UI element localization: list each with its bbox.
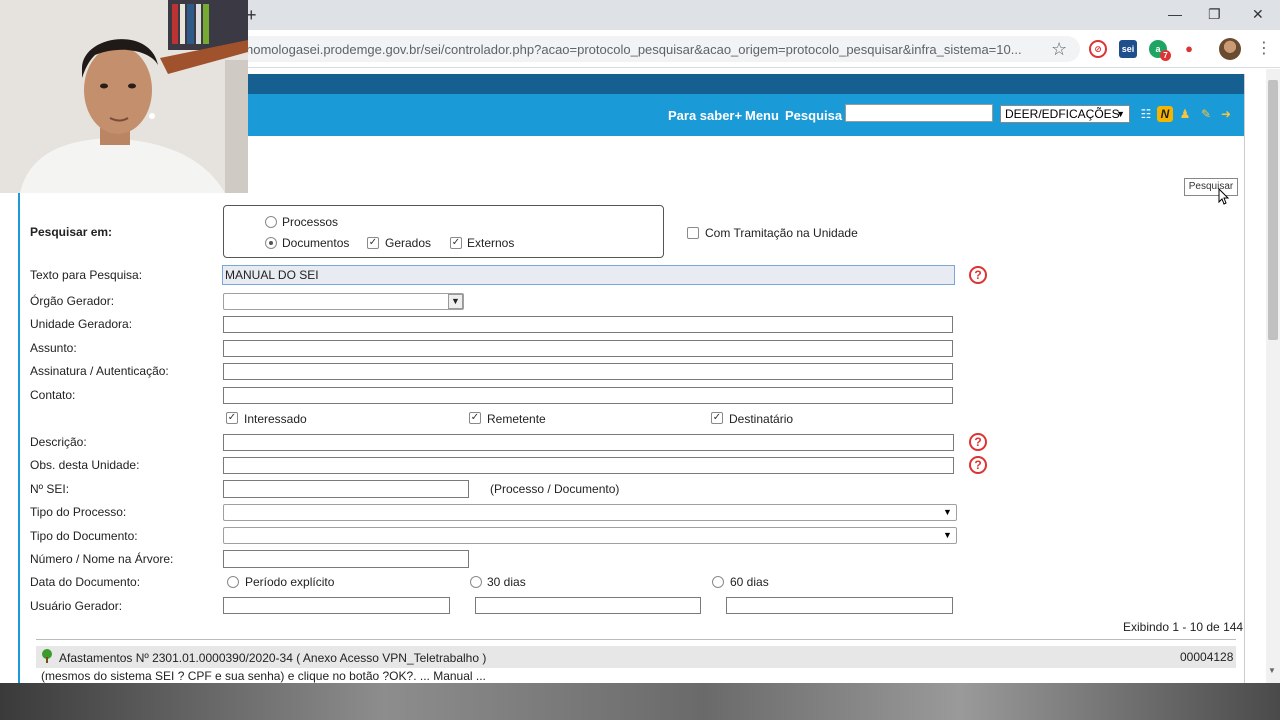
user-icon[interactable]: ♟ [1177,106,1193,122]
radio-60-dias[interactable] [712,576,724,588]
label-externos: Externos [467,236,515,250]
mouse-cursor-icon [1218,188,1230,205]
blurred-taskbar [0,683,1280,720]
pesquisar-em-label: Pesquisar em: [30,225,113,239]
result-document-id[interactable]: 00004128 [1180,650,1233,664]
texto-label: Texto para Pesquisa: [30,268,143,282]
unidade-input[interactable] [223,316,953,333]
numero-nome-input[interactable] [223,550,469,568]
chevron-down-icon: ▼ [943,507,952,517]
unit-select[interactable]: DEER/EDFICAÇÕES ▼ [1000,105,1130,123]
unidade-label: Unidade Geradora: [30,317,133,331]
radio-processos[interactable] [265,216,277,228]
label-tramitacao: Com Tramitação na Unidade [705,226,858,240]
label-periodo: Período explícito [245,575,335,589]
descricao-label: Descrição: [30,435,87,449]
tipo-documento-label: Tipo do Documento: [30,529,138,543]
left-border [18,136,20,683]
extension-badge: 7 [1160,50,1171,61]
radio-documentos[interactable] [265,237,277,249]
profile-avatar[interactable] [1219,38,1241,60]
right-border [1244,74,1245,683]
label-60-dias: 60 dias [730,575,769,589]
list-icon[interactable]: ☷ [1138,106,1154,122]
label-destinatario: Destinatário [729,412,794,426]
nsei-input[interactable] [223,480,469,498]
record-extension-icon[interactable]: ● [1180,40,1198,58]
chevron-down-icon[interactable]: ▼ [448,294,463,309]
checkbox-externos[interactable]: ✓ [450,237,462,249]
exit-icon[interactable]: ➜ [1218,106,1234,122]
chevron-down-icon: ▼ [943,530,952,540]
header-search-input[interactable] [845,104,993,122]
tipo-documento-select[interactable] [223,527,957,544]
orgao-select[interactable] [223,293,464,310]
numero-nome-label: Número / Nome na Árvore: [30,552,174,566]
descricao-input[interactable] [223,434,954,451]
nav-menu[interactable]: Menu [745,108,779,123]
tipo-processo-label: Tipo do Processo: [30,505,127,519]
radio-periodo[interactable] [227,576,239,588]
presenter-video [0,0,248,193]
texto-pesquisa-input[interactable]: MANUAL DO SEI [222,265,955,285]
label-30-dias: 30 dias [487,575,526,589]
result-title[interactable]: Afastamentos Nº 2301.01.0000390/2020-34 … [59,651,486,665]
usuario-input-3[interactable] [726,597,953,614]
radio-30-dias[interactable] [470,576,482,588]
close-window-button[interactable]: ✕ [1252,5,1264,23]
usuario-label: Usuário Gerador: [30,599,123,613]
orgao-label: Órgão Gerador: [30,294,115,308]
checkbox-interessado[interactable]: ✓ [226,412,238,424]
nsei-hint: (Processo / Documento) [490,482,620,496]
contato-label: Contato: [30,388,76,402]
usuario-input-2[interactable] [475,597,701,614]
checkbox-destinatario[interactable]: ✓ [711,412,723,424]
url-text[interactable]: homologasei.prodemge.gov.br/sei/controla… [246,42,1046,57]
sei-extension-icon[interactable]: sei [1119,40,1137,58]
browser-menu-icon[interactable]: ⋮ [1256,38,1272,58]
checkbox-gerados[interactable]: ✓ [367,237,379,249]
chevron-down-icon: ▼ [1116,109,1125,119]
obs-input[interactable] [223,457,954,474]
nsei-label: Nº SEI: [30,482,70,496]
restore-button[interactable]: ❐ [1208,5,1221,23]
data-label: Data do Documento: [30,575,141,589]
notes-icon[interactable]: N [1157,106,1173,122]
scope-box [223,205,664,258]
label-processos: Processos [282,215,339,229]
usuario-input-1[interactable] [223,597,450,614]
scrollbar-thumb[interactable] [1268,80,1278,340]
checkbox-remetente[interactable]: ✓ [469,412,481,424]
help-icon[interactable]: ? [969,456,987,474]
unit-select-value: DEER/EDFICAÇÕES [1005,107,1120,121]
process-tree-icon [42,649,52,663]
assinatura-label: Assinatura / Autenticação: [30,364,169,378]
assunto-input[interactable] [223,340,953,357]
label-gerados: Gerados [385,236,432,250]
results-divider [36,639,1236,640]
assunto-label: Assunto: [30,341,77,355]
checkbox-tramitacao[interactable] [687,227,699,239]
contato-input[interactable] [223,387,953,404]
label-documentos: Documentos [282,236,350,250]
results-count: Exibindo 1 - 10 de 144 [1123,620,1244,634]
tipo-processo-select[interactable] [223,504,957,521]
scroll-down-arrow-icon[interactable]: ▼ [1268,666,1276,675]
webcam-overlay [0,0,248,193]
label-interessado: Interessado [244,412,307,426]
help-icon[interactable]: ? [969,266,987,284]
minimize-button[interactable]: — [1168,5,1182,23]
label-remetente: Remetente [487,412,546,426]
obs-label: Obs. desta Unidade: [30,458,140,472]
bookmark-star-icon[interactable]: ☆ [1051,39,1067,60]
wrench-icon[interactable]: ✎ [1198,106,1214,122]
nav-pesquisa[interactable]: Pesquisa [785,108,842,123]
assinatura-input[interactable] [223,363,953,380]
nav-para-saber[interactable]: Para saber+ [668,108,742,123]
help-icon[interactable]: ? [969,433,987,451]
result-snippet: (mesmos do sistema SEI ? CPF e sua senha… [41,669,486,683]
block-extension-icon[interactable]: ⊘ [1089,40,1107,58]
